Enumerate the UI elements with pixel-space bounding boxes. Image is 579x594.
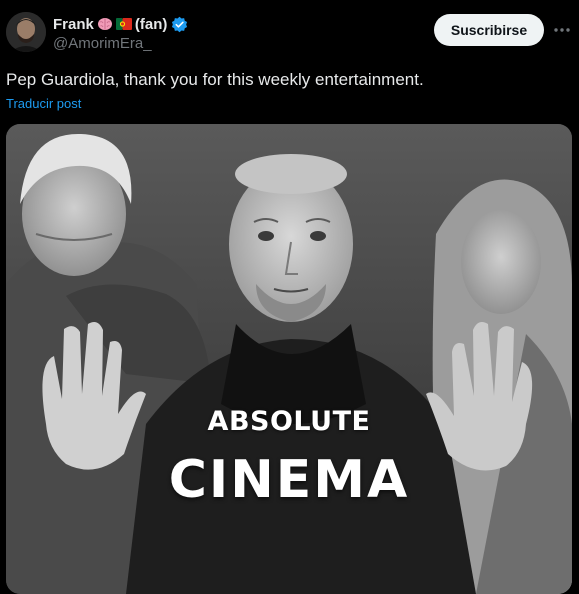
translate-post-link[interactable]: Traducir post <box>6 96 81 111</box>
avatar-image <box>6 12 46 52</box>
meme-photo <box>6 124 572 594</box>
author-name-row[interactable]: Frank (fan) <box>53 14 188 34</box>
author-name-suffix[interactable]: (fan) <box>135 16 168 33</box>
caption-absolute: ABSOLUTE <box>207 406 371 437</box>
author-handle[interactable]: @AmorimEra_ <box>53 35 152 52</box>
portugal-flag-emoji-icon <box>115 16 132 32</box>
brain-emoji-icon <box>97 16 113 32</box>
more-options-button[interactable] <box>549 18 575 42</box>
avatar[interactable] <box>6 12 46 52</box>
more-dots-icon <box>554 28 570 32</box>
post-media-image[interactable]: ABSOLUTE CINEMA <box>6 124 572 594</box>
verified-badge-icon <box>171 16 188 33</box>
author-display-name[interactable]: Frank <box>53 16 94 33</box>
caption-cinema: CINEMA <box>168 450 410 510</box>
subscribe-button[interactable]: Suscribirse <box>434 14 544 46</box>
post-text: Pep Guardiola, thank you for this weekly… <box>6 70 424 89</box>
